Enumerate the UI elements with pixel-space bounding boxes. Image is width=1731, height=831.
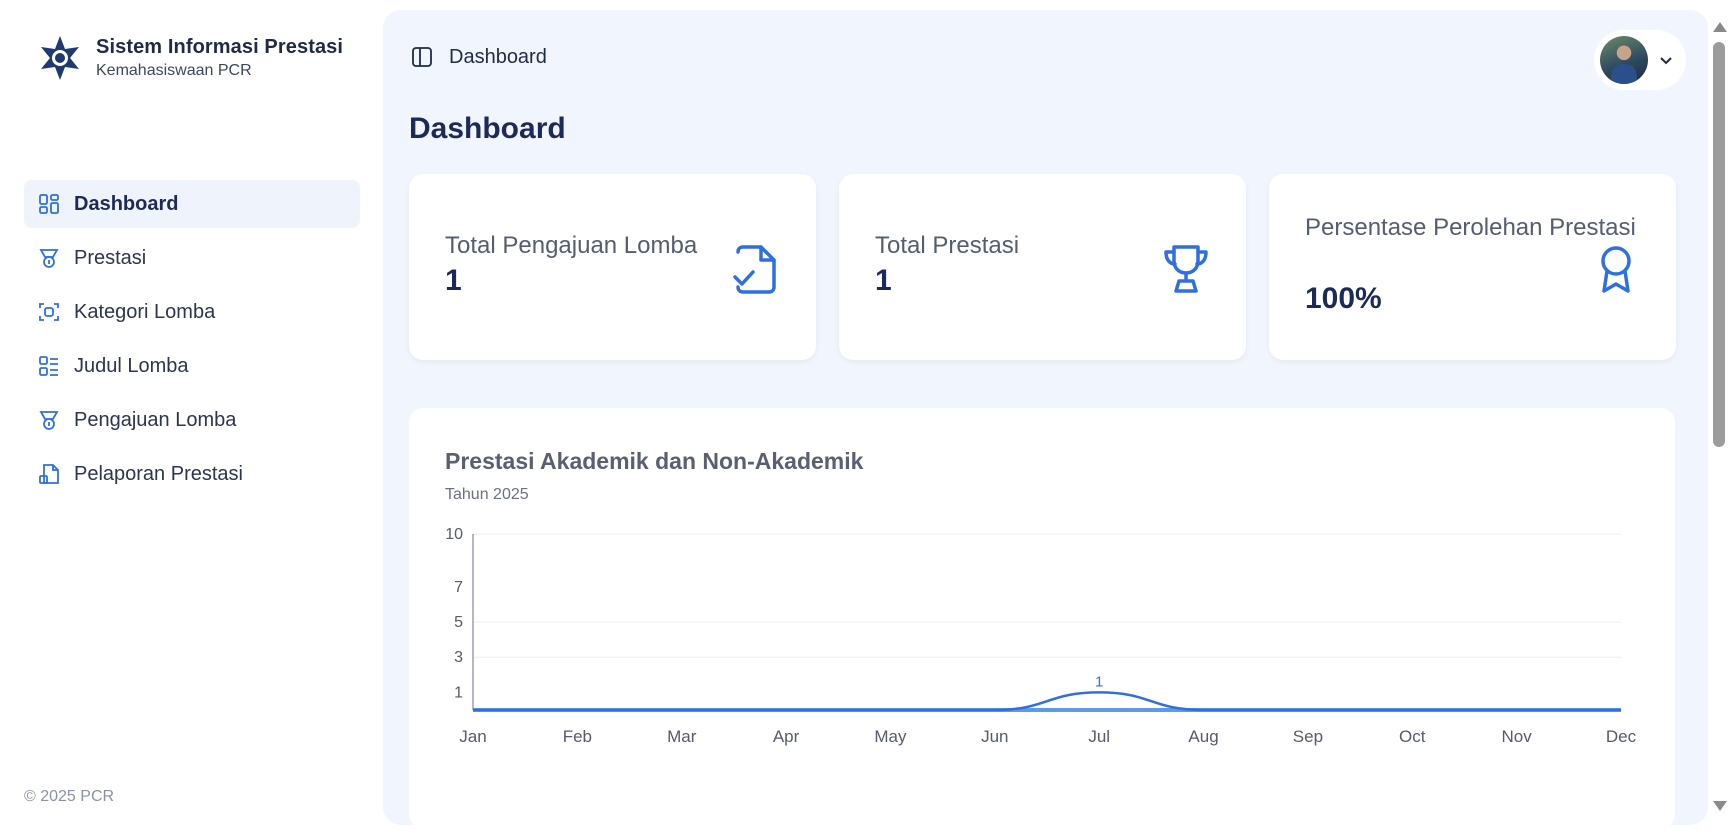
dashboard-grid-icon [38, 193, 60, 215]
sidebar-toggle-icon[interactable] [409, 44, 435, 70]
scroll-thumb[interactable] [1713, 42, 1725, 447]
stat-cards: Total Pengajuan Lomba 1 Total Prestasi 1… [409, 174, 1676, 360]
scrollbar[interactable] [1708, 0, 1731, 831]
chart-y-tick-label: 7 [454, 579, 463, 596]
chart-y-tick-label: 10 [445, 526, 463, 543]
sidebar-item-label: Prestasi [74, 246, 147, 269]
sidebar-nav: Dashboard Prestasi Kategori Lomba Judul … [24, 180, 360, 504]
chart-data-label: 1 [1095, 673, 1103, 690]
file-check-icon [733, 245, 776, 294]
stat-card-total-prestasi: Total Prestasi 1 [839, 174, 1246, 360]
chart-x-tick-label: Feb [563, 727, 592, 746]
sidebar-item-label: Pengajuan Lomba [74, 408, 237, 431]
chart-y-tick-label: 5 [454, 614, 463, 631]
chevron-down-icon [1660, 57, 1672, 65]
stat-card-total-pengajuan: Total Pengajuan Lomba 1 [409, 174, 816, 360]
sidebar-item-label: Pelaporan Prestasi [74, 462, 243, 485]
footer-copyright: © 2025 PCR [24, 788, 115, 805]
stat-card-value: 100% [1305, 282, 1382, 315]
chart-y-tick-label: 3 [454, 649, 463, 666]
chart-x-tick-label: Oct [1399, 727, 1426, 746]
scroll-up-arrow-icon[interactable] [1713, 22, 1727, 32]
chart-x-tick-label: Jul [1088, 727, 1110, 746]
stat-card-label: Persentase Perolehan Prestasi [1305, 214, 1636, 241]
sidebar-item-label: Kategori Lomba [74, 300, 216, 323]
area-chart: 1 3 5 7 10 Jan Feb Mar Apr May Jun Jul Aug Sep Oct Nov D… [445, 526, 1637, 746]
sidebar-item-kategori-lomba[interactable]: Kategori Lomba [24, 288, 360, 336]
file-report-icon [38, 463, 60, 485]
sidebar-item-dashboard[interactable]: Dashboard [24, 180, 360, 228]
list-icon [38, 355, 60, 377]
chart-x-tick-label: Nov [1502, 727, 1533, 746]
brand-subtitle: Kemahasiswaan PCR [96, 62, 252, 79]
trophy-icon [1164, 245, 1208, 293]
chart-x-tick-label: Dec [1606, 727, 1637, 746]
sidebar-item-pengajuan-lomba[interactable]: Pengajuan Lomba [24, 396, 360, 444]
scan-category-icon [38, 301, 60, 323]
scroll-down-arrow-icon[interactable] [1713, 801, 1727, 811]
sidebar-item-label: Dashboard [74, 192, 179, 215]
stat-card-persentase: Persentase Perolehan Prestasi 100% [1269, 174, 1676, 360]
brand-title: Sistem Informasi Prestasi [96, 36, 344, 58]
chart-x-tick-label: Mar [667, 727, 697, 746]
main-content: Dashboard Dashboard Total Pengajuan Lomb… [383, 10, 1708, 828]
sidebar-item-pelaporan-prestasi[interactable]: Pelaporan Prestasi [24, 450, 360, 498]
topbar: Dashboard [409, 44, 547, 70]
breadcrumb: Dashboard [449, 45, 547, 68]
stat-card-value: 1 [875, 264, 892, 297]
chart-x-tick-label: Jun [981, 727, 1008, 746]
page-title: Dashboard [409, 112, 566, 145]
sidebar: Sistem Informasi Prestasi Kemahasiswaan … [0, 0, 384, 831]
chart-x-tick-label: Jan [459, 727, 486, 746]
avatar[interactable] [1600, 36, 1648, 84]
sidebar-item-judul-lomba[interactable]: Judul Lomba [24, 342, 360, 390]
chart-x-tick-label: May [874, 727, 907, 746]
chart-x-tick-label: Sep [1293, 727, 1323, 746]
chart-card: Prestasi Akademik dan Non-Akademik Tahun… [409, 408, 1675, 828]
stat-card-value: 1 [445, 264, 462, 297]
chart-x-tick-label: Aug [1188, 727, 1218, 746]
medal-icon [38, 409, 60, 431]
chart-series-line [473, 691, 1621, 712]
stat-card-label: Total Pengajuan Lomba [445, 232, 698, 259]
brand-logo-icon [41, 36, 79, 80]
award-ribbon-icon [1601, 246, 1631, 293]
chart-x-tick-label: Apr [773, 727, 800, 746]
sidebar-item-prestasi[interactable]: Prestasi [24, 234, 360, 282]
medal-icon [38, 247, 60, 269]
stat-card-label: Total Prestasi [875, 232, 1020, 259]
sidebar-item-label: Judul Lomba [74, 354, 189, 377]
chart-y-tick-label: 1 [454, 684, 463, 701]
profile-menu[interactable] [1594, 30, 1686, 90]
brand[interactable]: Sistem Informasi Prestasi Kemahasiswaan … [36, 34, 343, 82]
